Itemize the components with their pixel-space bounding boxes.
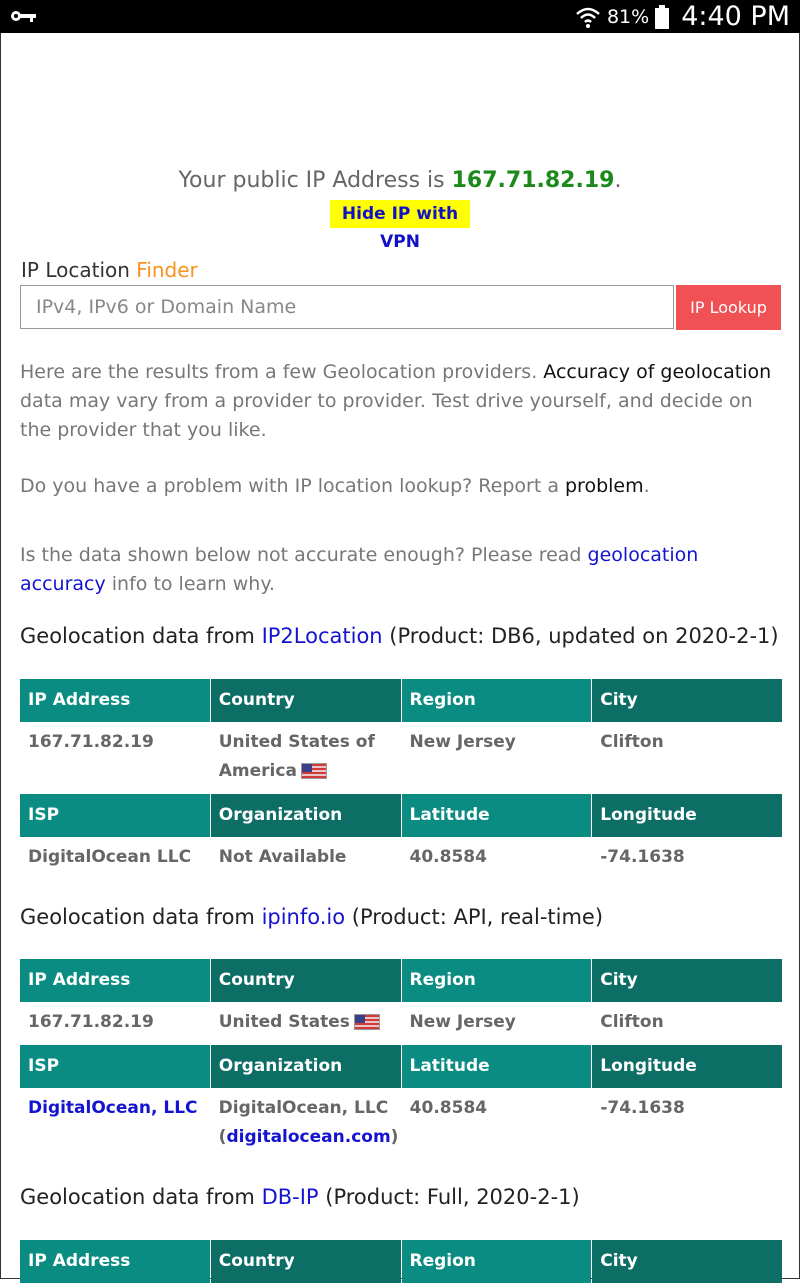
ip-address-value: 167.71.82.19 bbox=[28, 732, 154, 752]
table-row: 167.71.82.19 United States of America Ne… bbox=[20, 720, 782, 786]
provider-heading: Geolocation data from DB-IP (Product: Fu… bbox=[20, 1185, 790, 1209]
table-header-row: IP Address Country Region City bbox=[20, 1240, 782, 1283]
region-value: New Jersey bbox=[409, 1012, 516, 1032]
vpn-key-icon bbox=[11, 11, 36, 22]
longitude-value: -74.1638 bbox=[600, 1098, 685, 1118]
table-row: DigitalOcean, LLC DigitalOcean, LLC (dig… bbox=[20, 1086, 782, 1152]
heading-text: (Product: DB6, updated on 2020-2-1) bbox=[382, 624, 779, 648]
city-value: Clifton bbox=[600, 732, 664, 752]
region-value: New Jersey bbox=[409, 732, 516, 752]
table-header-row: IP Address Country Region City bbox=[20, 959, 782, 1002]
header-cell: City bbox=[592, 1240, 782, 1283]
provider-heading: Geolocation data from IP2Location (Produ… bbox=[20, 624, 790, 648]
accuracy-link[interactable]: Accuracy of geolocation bbox=[543, 361, 771, 383]
header-cell: City bbox=[592, 959, 782, 1002]
battery-icon bbox=[655, 4, 670, 29]
country-text: United States of America bbox=[218, 732, 375, 781]
latitude-value: 40.8584 bbox=[409, 1098, 488, 1118]
latitude-value: 40.8584 bbox=[409, 847, 487, 867]
header-cell: Region bbox=[401, 1240, 592, 1283]
us-flag-icon bbox=[353, 1014, 380, 1030]
report-text: Do you have a problem with IP location l… bbox=[20, 475, 565, 497]
isp-link[interactable]: DigitalOcean, LLC bbox=[20, 1086, 210, 1152]
intro-paragraph: Here are the results from a few Geolocat… bbox=[20, 358, 782, 445]
header-cell: Longitude bbox=[592, 794, 782, 837]
table-header-row: ISP Organization Latitude Longitude bbox=[20, 794, 782, 837]
heading-text: Geolocation data from bbox=[20, 624, 262, 648]
header-cell: Region bbox=[401, 679, 592, 722]
ip-suffix: . bbox=[614, 168, 622, 193]
report-text: . bbox=[643, 475, 650, 497]
finder-title-accent: Finder bbox=[136, 258, 198, 282]
hide-ip-vpn-link[interactable]: Hide IP with VPN bbox=[330, 200, 470, 252]
table-row: 167.71.82.19 United States New Jersey Cl… bbox=[20, 1000, 782, 1037]
header-cell: IP Address bbox=[20, 679, 210, 722]
header-cell: Country bbox=[210, 959, 401, 1002]
battery-percentage: 81% bbox=[606, 5, 650, 28]
clock: 4:40 PM bbox=[681, 1, 790, 32]
country-value: United States of America bbox=[211, 720, 401, 786]
organization-value: DigitalOcean, LLC (digitalocean.com) bbox=[218, 1098, 399, 1147]
provider-link-dbip[interactable]: DB-IP bbox=[262, 1185, 319, 1209]
header-cell: Country bbox=[210, 679, 401, 722]
accuracy-text: Is the data shown below not accurate eno… bbox=[20, 544, 588, 566]
us-flag-icon bbox=[300, 763, 327, 779]
ip-prefix: Your public IP Address is bbox=[178, 168, 452, 193]
table-row: DigitalOcean LLC Not Available 40.8584 -… bbox=[20, 835, 782, 872]
accuracy-text: info to learn why. bbox=[105, 573, 275, 595]
table-header-row: ISP Organization Latitude Longitude bbox=[20, 1045, 782, 1088]
table-header-row: IP Address Country Region City bbox=[20, 679, 782, 722]
isp-value: DigitalOcean LLC bbox=[28, 847, 192, 867]
intro-text: Here are the results from a few Geolocat… bbox=[20, 361, 544, 383]
problem-link[interactable]: problem bbox=[565, 475, 644, 497]
ip-location-finder-title: IP Location Finder bbox=[21, 258, 198, 282]
header-cell: ISP bbox=[20, 794, 210, 837]
header-cell: Region bbox=[401, 959, 592, 1002]
header-cell: Latitude bbox=[401, 794, 592, 837]
organization-text: DigitalOcean, LLC bbox=[218, 1098, 389, 1118]
country-text: United States bbox=[218, 1012, 350, 1032]
city-value: Clifton bbox=[600, 1012, 664, 1032]
wifi-icon bbox=[576, 7, 600, 28]
header-cell: Longitude bbox=[592, 1045, 782, 1088]
header-cell: Latitude bbox=[401, 1045, 592, 1088]
heading-text: (Product: API, real-time) bbox=[345, 905, 604, 929]
provider-link-ipinfo[interactable]: ipinfo.io bbox=[262, 905, 346, 929]
header-cell: City bbox=[592, 679, 782, 722]
header-cell: IP Address bbox=[20, 1240, 210, 1283]
heading-text: Geolocation data from bbox=[20, 905, 262, 929]
header-cell: Country bbox=[210, 1240, 401, 1283]
ip-address-value: 167.71.82.19 bbox=[28, 1012, 154, 1032]
longitude-value: -74.1638 bbox=[600, 847, 685, 867]
heading-text: Geolocation data from bbox=[20, 1185, 262, 1209]
public-ip-line: Your public IP Address is 167.71.82.19. bbox=[0, 168, 800, 193]
provider-link-ip2location[interactable]: IP2Location bbox=[262, 624, 383, 648]
organization-value: Not Available bbox=[218, 847, 347, 867]
header-cell: Organization bbox=[210, 1045, 401, 1088]
finder-title-part: IP Location bbox=[21, 258, 137, 282]
status-bar: 81% 4:40 PM bbox=[0, 0, 800, 33]
organization-domain-link[interactable]: digitalocean.com bbox=[226, 1127, 390, 1147]
heading-text: (Product: Full, 2020-2-1) bbox=[318, 1185, 580, 1209]
ip-search-box bbox=[20, 285, 674, 329]
report-problem-paragraph: Do you have a problem with IP location l… bbox=[20, 472, 782, 501]
ip-lookup-button[interactable]: IP Lookup bbox=[676, 285, 781, 330]
accuracy-paragraph: Is the data shown below not accurate eno… bbox=[20, 541, 782, 599]
header-cell: IP Address bbox=[20, 959, 210, 1002]
country-value: United States bbox=[211, 1000, 401, 1037]
ip-search-input[interactable] bbox=[34, 286, 658, 328]
intro-text: data may vary from a provider to provide… bbox=[20, 390, 753, 441]
header-cell: Organization bbox=[210, 794, 401, 837]
header-cell: ISP bbox=[20, 1045, 210, 1088]
provider-heading: Geolocation data from ipinfo.io (Product… bbox=[20, 905, 790, 929]
public-ip-value: 167.71.82.19 bbox=[451, 168, 615, 193]
